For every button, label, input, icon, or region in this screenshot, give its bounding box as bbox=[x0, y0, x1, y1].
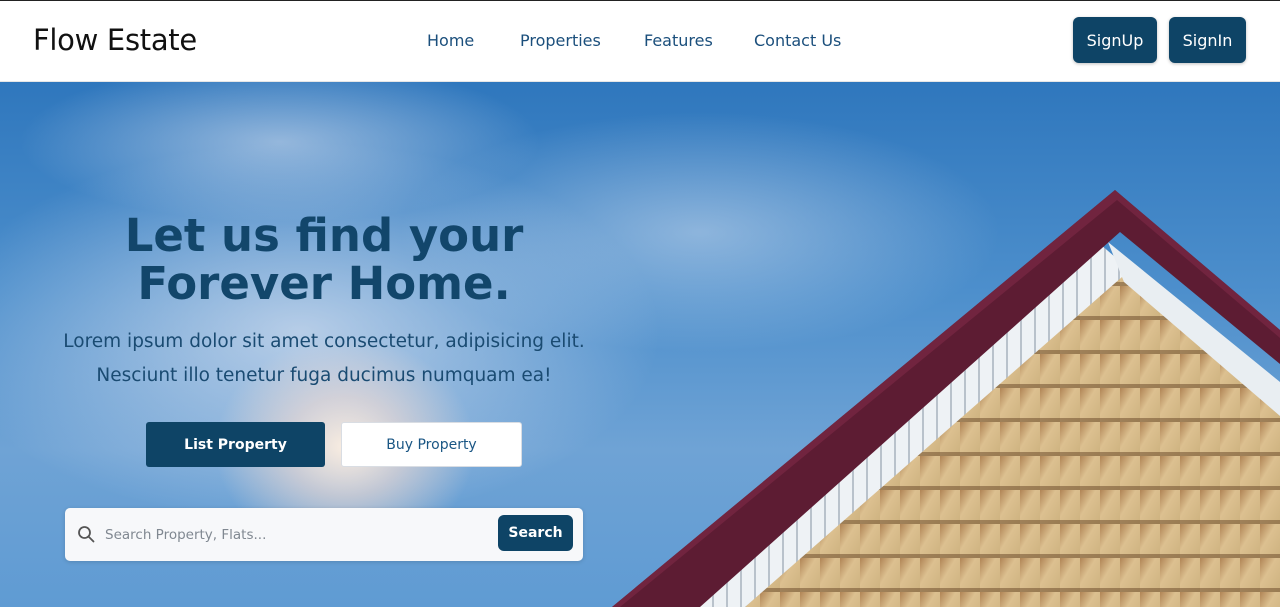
search-input[interactable] bbox=[105, 520, 485, 550]
hero-section: Let us find your Forever Home. Lorem ips… bbox=[0, 82, 1280, 607]
nav-features[interactable]: Features bbox=[644, 31, 713, 50]
brand-logo[interactable]: Flow Estate bbox=[33, 23, 197, 57]
top-navbar: Flow Estate Home Properties Features Con… bbox=[0, 0, 1280, 82]
search-button[interactable]: Search bbox=[498, 515, 573, 551]
signin-button[interactable]: SignIn bbox=[1169, 17, 1246, 63]
signup-button[interactable]: SignUp bbox=[1073, 17, 1157, 63]
list-property-button[interactable]: List Property bbox=[146, 422, 325, 467]
buy-property-button[interactable]: Buy Property bbox=[341, 422, 522, 467]
nav-contact-us[interactable]: Contact Us bbox=[754, 31, 841, 50]
hero-title: Let us find your Forever Home. bbox=[124, 209, 524, 310]
nav-properties[interactable]: Properties bbox=[520, 31, 601, 50]
search-icon bbox=[78, 526, 95, 543]
search-bar: Search bbox=[65, 508, 583, 561]
nav-home[interactable]: Home bbox=[427, 31, 474, 50]
hero-subtitle: Lorem ipsum dolor sit amet consectetur, … bbox=[63, 331, 585, 386]
